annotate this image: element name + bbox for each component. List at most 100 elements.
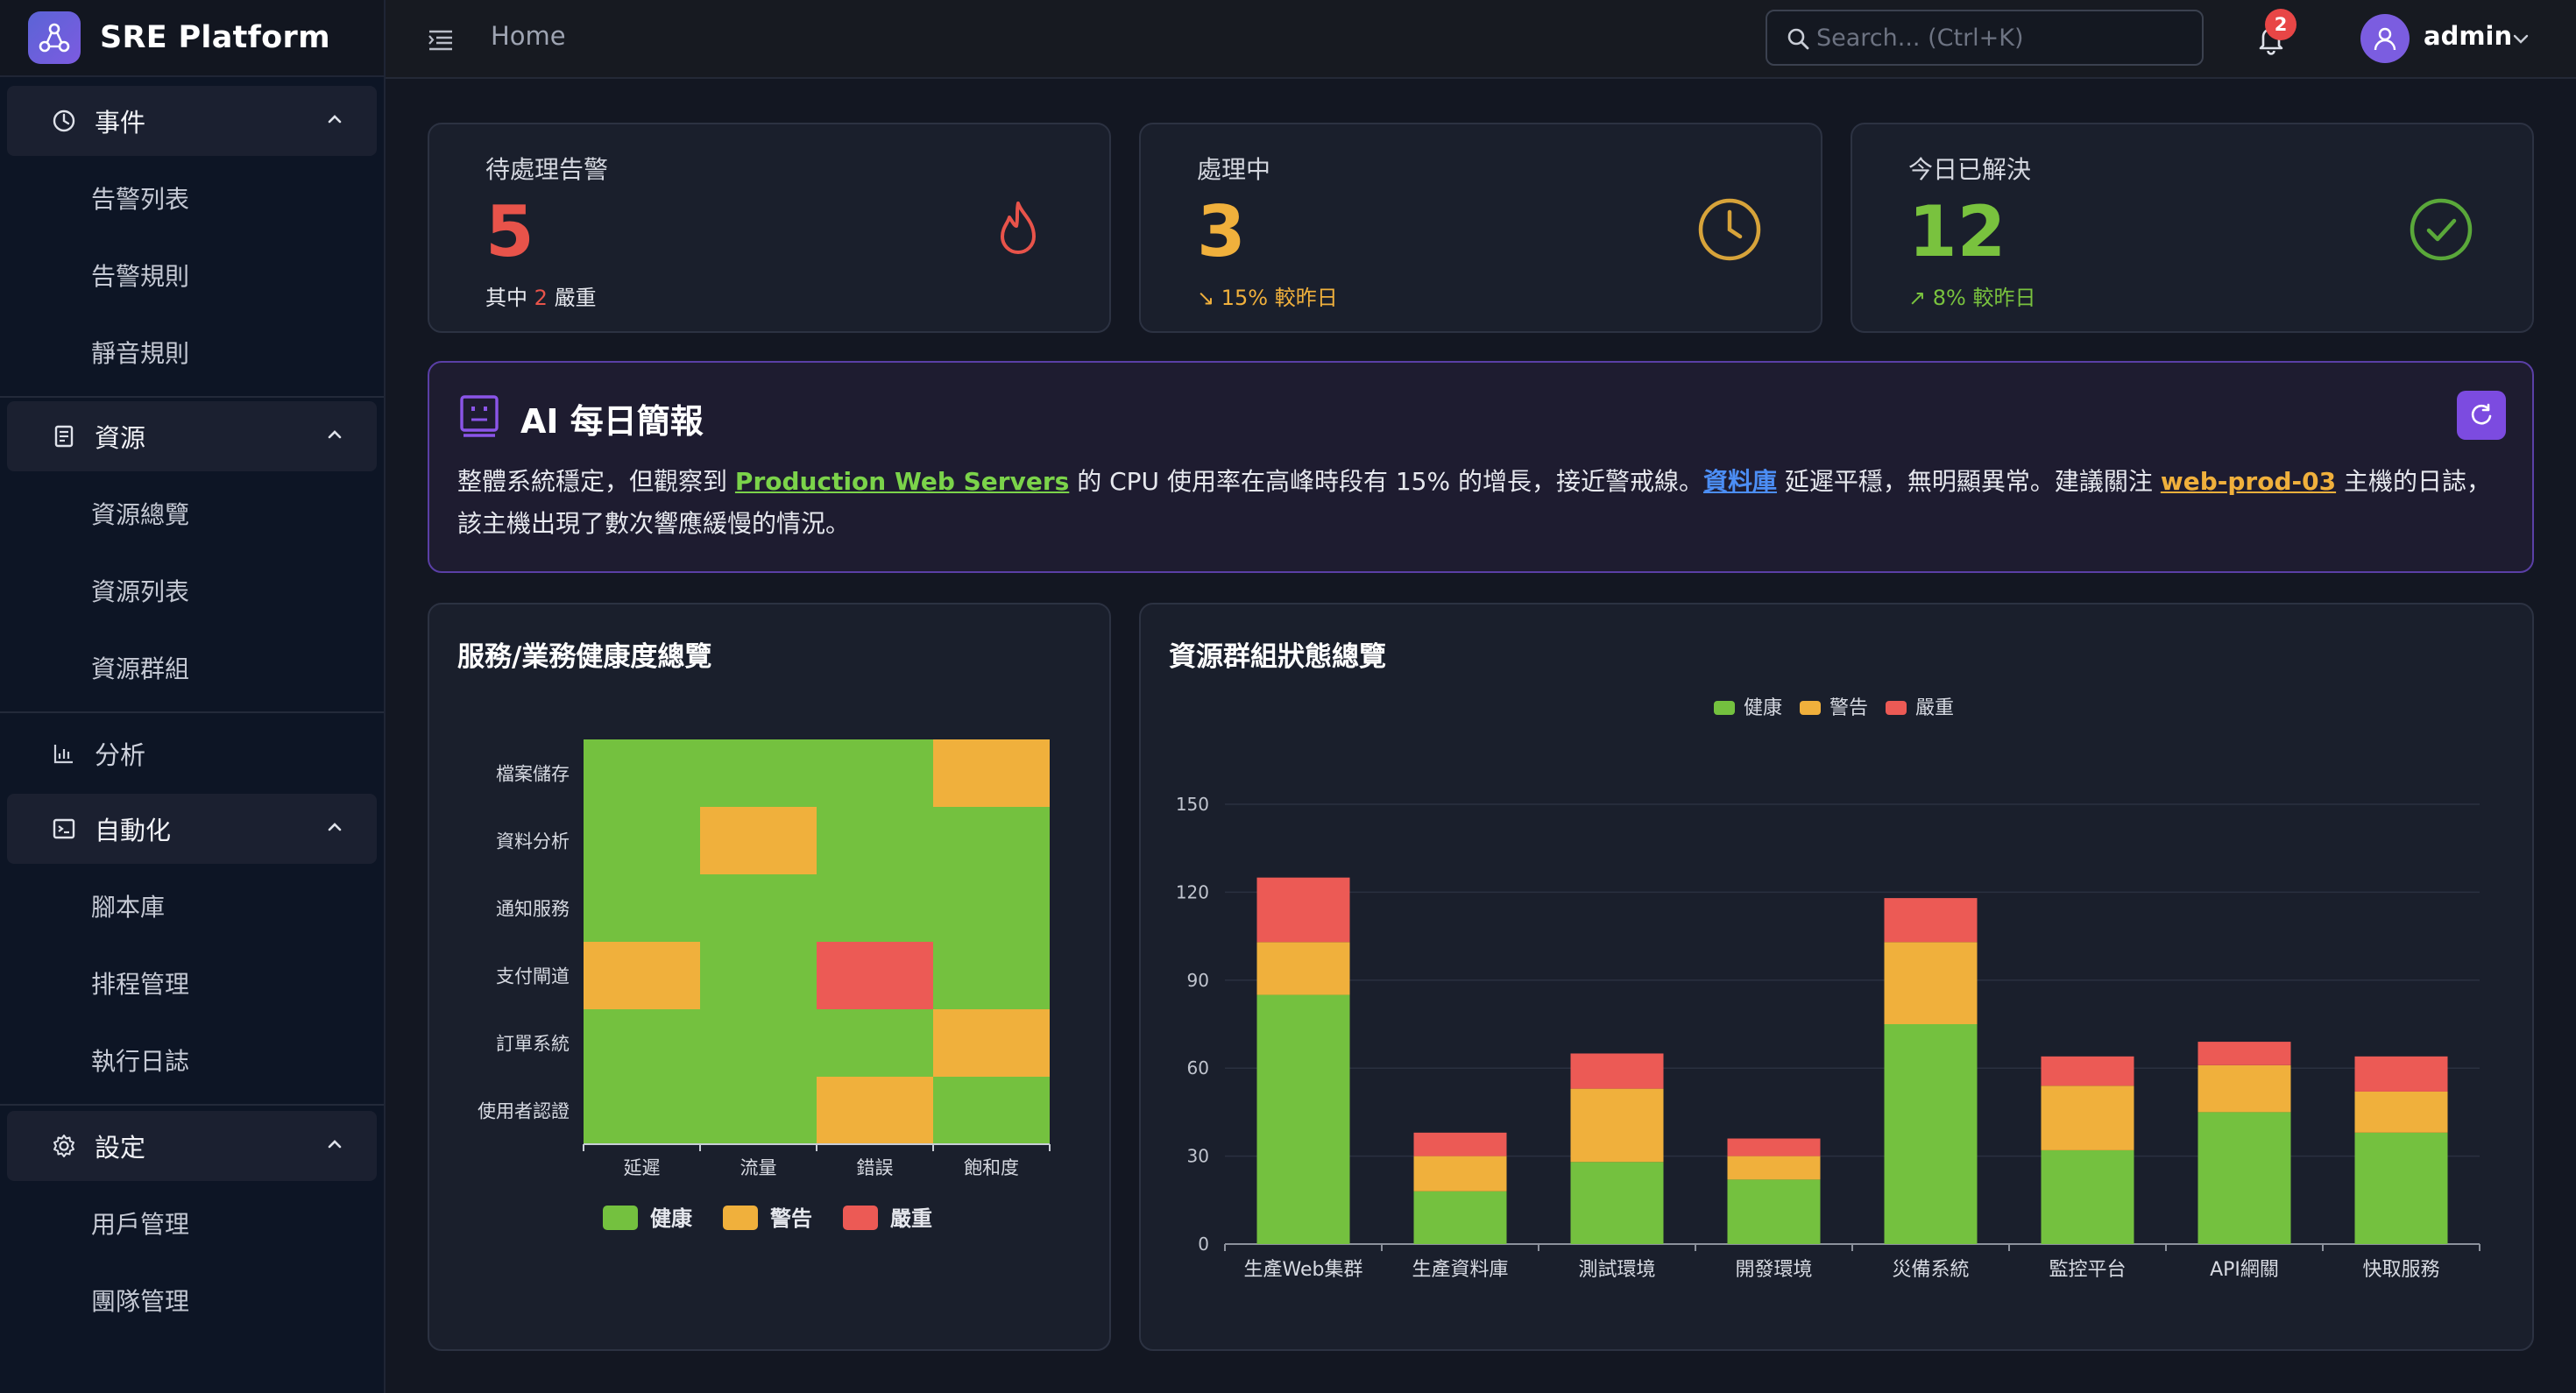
- stat-card-resolved-today[interactable]: 今日已解決 12 ↗ 8% 較昨日: [1851, 123, 2534, 333]
- terminal-icon: [49, 814, 79, 844]
- bar-segment: [1413, 1191, 1507, 1244]
- clock-icon: [49, 106, 79, 136]
- sidebar-group-automation[interactable]: 自動化: [7, 794, 377, 864]
- legend-swatch: [1800, 701, 1821, 715]
- y-tick-label: 0: [1198, 1234, 1209, 1255]
- bar-segment: [2354, 1091, 2448, 1133]
- heatmap-chart: 檔案儲存資料分析通知服務支付閘道訂單系統使用者認證延遲 流量 錯誤 飽和度健康 警告 嚴重: [478, 739, 1051, 1231]
- x-tick-label: 測試環境: [1578, 1259, 1655, 1281]
- sidebar-item-user-management[interactable]: 用戶管理: [0, 1184, 384, 1262]
- username[interactable]: admin: [2424, 21, 2512, 51]
- search-input[interactable]: [1816, 22, 2184, 53]
- heatmap-cell: [817, 807, 933, 874]
- bar-segment: [1727, 1138, 1821, 1156]
- divider: [0, 1104, 384, 1106]
- heatmap-y-label: 檔案儲存: [496, 764, 570, 785]
- bar-segment: [2197, 1064, 2291, 1113]
- bar-segment: [2354, 1056, 2448, 1092]
- check-circle-icon: [2406, 194, 2476, 265]
- sidebar-item-schedule[interactable]: 排程管理: [0, 944, 384, 1022]
- stat-title: 今日已解決: [1908, 155, 2032, 184]
- ai-text-segment: 的 CPU 使用率在高峰時段有 15% 的增長，接近警戒線。: [1077, 467, 1703, 496]
- heatmap-cell: [933, 1077, 1050, 1144]
- bar-segment: [2041, 1149, 2134, 1244]
- heatmap-cell: [817, 942, 933, 1009]
- stat-card-pending-alerts[interactable]: 待處理告警 5 其中 2 嚴重: [428, 123, 1111, 333]
- x-tick-label: 生產資料庫: [1412, 1259, 1508, 1281]
- sidebar-group-events[interactable]: 事件: [7, 86, 377, 156]
- sidebar-group-label: 資源: [95, 423, 146, 453]
- link-web-prod-03[interactable]: web-prod-03: [2161, 467, 2336, 496]
- bar-segment: [1256, 942, 1350, 995]
- user-icon: [2374, 27, 2396, 51]
- heatmap-cell: [584, 1077, 700, 1144]
- x-tick-label: 監控平台: [2049, 1259, 2126, 1281]
- heatmap-cell: [700, 807, 817, 874]
- chevron-down-icon[interactable]: [2511, 30, 2530, 53]
- stat-title: 處理中: [1197, 155, 1271, 184]
- ai-briefing-text: 整體系統穩定，但觀察到 Production Web Servers 的 CPU…: [457, 461, 2499, 545]
- service-health-card: 服務/業務健康度總覽 檔案儲存 資料分析 通知服務 支付閘道 訂單系統 使用者認證 延遲 流量…: [428, 603, 1111, 1351]
- heatmap-cell: [933, 874, 1050, 942]
- x-tick-label: API網關: [2210, 1259, 2279, 1281]
- bar-segment: [2041, 1085, 2134, 1150]
- sidebar-group-label: 自動化: [95, 816, 172, 845]
- notification-badge: 2: [2265, 9, 2296, 40]
- bar-segment: [1413, 1132, 1507, 1156]
- y-tick-label: 30: [1187, 1146, 1209, 1167]
- heatmap-cell: [817, 739, 933, 807]
- heatmap-cell: [584, 1009, 700, 1077]
- stat-value: 3: [1197, 191, 1246, 272]
- sidebar-item-team-management[interactable]: 團隊管理: [0, 1262, 384, 1339]
- y-tick-label: 120: [1176, 881, 1209, 902]
- breadcrumb[interactable]: Home: [491, 21, 566, 51]
- stat-sub-prefix: 其中: [485, 286, 527, 310]
- heatmap-x-label: 流量: [740, 1157, 777, 1178]
- logo-icon: [28, 11, 81, 64]
- legend-label: 警告: [769, 1206, 812, 1231]
- sidebar-item-analysis[interactable]: 分析: [7, 713, 377, 794]
- bar-segment: [1884, 1024, 1978, 1244]
- sidebar-item-resource-overview[interactable]: 資源總覽: [0, 475, 384, 552]
- menu-toggle-icon[interactable]: [426, 25, 456, 54]
- link-database[interactable]: 資料庫: [1703, 467, 1777, 496]
- bar-segment: [1570, 1162, 1664, 1244]
- bar-segment: [1570, 1053, 1664, 1089]
- heatmap-cell: [933, 942, 1050, 1009]
- legend-swatch: [1714, 701, 1735, 715]
- heatmap-cell: [933, 739, 1050, 807]
- refresh-button[interactable]: [2457, 391, 2506, 440]
- sidebar-item-alert-rules[interactable]: 告警規則: [0, 237, 384, 314]
- sidebar-item-resource-groups[interactable]: 資源群組: [0, 629, 384, 706]
- link-production-web-servers[interactable]: Production Web Servers: [735, 467, 1069, 496]
- stat-card-in-progress[interactable]: 處理中 3 ↘ 15% 較昨日: [1139, 123, 1822, 333]
- sidebar-item-silence-rules[interactable]: 靜音規則: [0, 314, 384, 391]
- avatar[interactable]: [2360, 14, 2410, 63]
- brand[interactable]: SRE Platform: [0, 0, 384, 77]
- stat-sub-highlight: 2: [534, 286, 548, 310]
- ai-daily-briefing: AI 每日簡報 整體系統穩定，但觀察到 Production Web Serve…: [428, 361, 2534, 573]
- bar-segment: [1884, 898, 1978, 943]
- x-tick-label: 快取服務: [2362, 1259, 2439, 1281]
- sidebar-group-resources[interactable]: 資源: [7, 401, 377, 471]
- stat-subtitle: ↘ 15% 較昨日: [1197, 286, 1338, 310]
- sidebar-item-script-library[interactable]: 腳本庫: [0, 867, 384, 944]
- heatmap-x-label: 飽和度: [964, 1157, 1019, 1178]
- bar-segment: [2354, 1132, 2448, 1244]
- bar-segment: [1413, 1156, 1507, 1191]
- resource-group-status-card: 資源群組狀態總覽 健康 警告 嚴重 0 30 60 90 120 150 生產Web集群 生產資料庫…: [1139, 603, 2534, 1351]
- legend-swatch: [603, 1206, 638, 1230]
- bar-segment: [1727, 1179, 1821, 1244]
- sidebar-item-execution-log[interactable]: 執行日誌: [0, 1022, 384, 1099]
- legend-swatch: [1886, 701, 1907, 715]
- heatmap-cell: [817, 1009, 933, 1077]
- sidebar-group-settings[interactable]: 設定: [7, 1111, 377, 1181]
- refresh-icon: [2471, 403, 2492, 425]
- search-box[interactable]: [1766, 10, 2204, 66]
- sidebar-item-resource-list[interactable]: 資源列表: [0, 552, 384, 629]
- bar-segment: [1256, 877, 1350, 943]
- app-title: SRE Platform: [100, 20, 330, 55]
- bar-chart-icon: [49, 739, 79, 768]
- sidebar-item-alert-list[interactable]: 告警列表: [0, 159, 384, 237]
- heatmap-cell: [700, 1009, 817, 1077]
